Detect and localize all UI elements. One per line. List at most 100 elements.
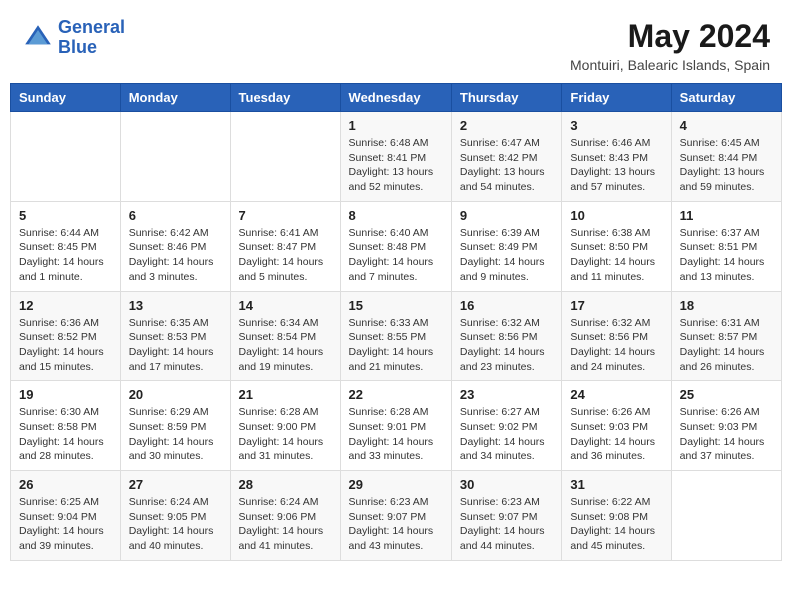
day-number: 15 — [349, 298, 443, 313]
calendar-table: SundayMondayTuesdayWednesdayThursdayFrid… — [10, 83, 782, 561]
day-number: 24 — [570, 387, 662, 402]
day-info: Sunrise: 6:23 AM Sunset: 9:07 PM Dayligh… — [349, 495, 443, 554]
day-info: Sunrise: 6:26 AM Sunset: 9:03 PM Dayligh… — [680, 405, 773, 464]
day-info: Sunrise: 6:40 AM Sunset: 8:48 PM Dayligh… — [349, 226, 443, 285]
day-number: 14 — [239, 298, 332, 313]
day-number: 3 — [570, 118, 662, 133]
day-info: Sunrise: 6:28 AM Sunset: 9:01 PM Dayligh… — [349, 405, 443, 464]
day-number: 29 — [349, 477, 443, 492]
day-info: Sunrise: 6:28 AM Sunset: 9:00 PM Dayligh… — [239, 405, 332, 464]
day-number: 22 — [349, 387, 443, 402]
day-info: Sunrise: 6:39 AM Sunset: 8:49 PM Dayligh… — [460, 226, 553, 285]
calendar-cell: 15 Sunrise: 6:33 AM Sunset: 8:55 PM Dayli… — [340, 291, 451, 381]
calendar-week-row: 1 Sunrise: 6:48 AM Sunset: 8:41 PM Daylig… — [11, 112, 782, 202]
calendar-cell: 19 Sunrise: 6:30 AM Sunset: 8:58 PM Dayli… — [11, 381, 121, 471]
day-number: 18 — [680, 298, 773, 313]
day-info: Sunrise: 6:48 AM Sunset: 8:41 PM Dayligh… — [349, 136, 443, 195]
day-info: Sunrise: 6:22 AM Sunset: 9:08 PM Dayligh… — [570, 495, 662, 554]
day-number: 4 — [680, 118, 773, 133]
calendar-cell — [230, 112, 340, 202]
day-number: 11 — [680, 208, 773, 223]
day-number: 20 — [129, 387, 222, 402]
calendar-header-row: SundayMondayTuesdayWednesdayThursdayFrid… — [11, 84, 782, 112]
day-info: Sunrise: 6:44 AM Sunset: 8:45 PM Dayligh… — [19, 226, 112, 285]
day-info: Sunrise: 6:47 AM Sunset: 8:42 PM Dayligh… — [460, 136, 553, 195]
calendar-cell: 14Sunrise: 6:34 AM Sunset: 8:54 PM Dayli… — [230, 291, 340, 381]
weekday-header: Sunday — [11, 84, 121, 112]
calendar-cell: 8 Sunrise: 6:40 AM Sunset: 8:48 PM Daylig… — [340, 201, 451, 291]
calendar-cell: 3 Sunrise: 6:46 AM Sunset: 8:43 PM Daylig… — [562, 112, 671, 202]
day-info: Sunrise: 6:33 AM Sunset: 8:55 PM Dayligh… — [349, 316, 443, 375]
day-info: Sunrise: 6:29 AM Sunset: 8:59 PM Dayligh… — [129, 405, 222, 464]
calendar-week-row: 12Sunrise: 6:36 AM Sunset: 8:52 PM Dayli… — [11, 291, 782, 381]
location: Montuiri, Balearic Islands, Spain — [570, 57, 770, 73]
calendar-cell: 1 Sunrise: 6:48 AM Sunset: 8:41 PM Daylig… — [340, 112, 451, 202]
day-info: Sunrise: 6:32 AM Sunset: 8:56 PM Dayligh… — [460, 316, 553, 375]
day-number: 25 — [680, 387, 773, 402]
day-info: Sunrise: 6:31 AM Sunset: 8:57 PM Dayligh… — [680, 316, 773, 375]
day-number: 1 — [349, 118, 443, 133]
month-year: May 2024 — [570, 18, 770, 55]
day-number: 7 — [239, 208, 332, 223]
day-number: 27 — [129, 477, 222, 492]
weekday-header: Saturday — [671, 84, 781, 112]
day-number: 31 — [570, 477, 662, 492]
page-header: General Blue May 2024 Montuiri, Balearic… — [10, 10, 782, 77]
day-number: 2 — [460, 118, 553, 133]
weekday-header: Tuesday — [230, 84, 340, 112]
day-number: 13 — [129, 298, 222, 313]
day-number: 17 — [570, 298, 662, 313]
day-number: 26 — [19, 477, 112, 492]
day-number: 19 — [19, 387, 112, 402]
day-info: Sunrise: 6:26 AM Sunset: 9:03 PM Dayligh… — [570, 405, 662, 464]
day-info: Sunrise: 6:45 AM Sunset: 8:44 PM Dayligh… — [680, 136, 773, 195]
day-info: Sunrise: 6:41 AM Sunset: 8:47 PM Dayligh… — [239, 226, 332, 285]
day-number: 21 — [239, 387, 332, 402]
calendar-cell: 2 Sunrise: 6:47 AM Sunset: 8:42 PM Daylig… — [451, 112, 561, 202]
day-info: Sunrise: 6:32 AM Sunset: 8:56 PM Dayligh… — [570, 316, 662, 375]
day-number: 8 — [349, 208, 443, 223]
day-number: 23 — [460, 387, 553, 402]
calendar-cell: 12Sunrise: 6:36 AM Sunset: 8:52 PM Dayli… — [11, 291, 121, 381]
calendar-cell — [671, 471, 781, 561]
calendar-cell: 9 Sunrise: 6:39 AM Sunset: 8:49 PM Daylig… — [451, 201, 561, 291]
calendar-cell: 18 Sunrise: 6:31 AM Sunset: 8:57 PM Dayli… — [671, 291, 781, 381]
weekday-header: Wednesday — [340, 84, 451, 112]
day-number: 10 — [570, 208, 662, 223]
weekday-header: Thursday — [451, 84, 561, 112]
calendar-cell: 13 Sunrise: 6:35 AM Sunset: 8:53 PM Dayli… — [120, 291, 230, 381]
calendar-cell: 5 Sunrise: 6:44 AM Sunset: 8:45 PM Daylig… — [11, 201, 121, 291]
calendar-cell — [11, 112, 121, 202]
day-info: Sunrise: 6:35 AM Sunset: 8:53 PM Dayligh… — [129, 316, 222, 375]
day-number: 16 — [460, 298, 553, 313]
day-number: 9 — [460, 208, 553, 223]
calendar-cell: 16 Sunrise: 6:32 AM Sunset: 8:56 PM Dayli… — [451, 291, 561, 381]
calendar-cell: 7 Sunrise: 6:41 AM Sunset: 8:47 PM Daylig… — [230, 201, 340, 291]
calendar-cell: 26Sunrise: 6:25 AM Sunset: 9:04 PM Dayli… — [11, 471, 121, 561]
day-info: Sunrise: 6:37 AM Sunset: 8:51 PM Dayligh… — [680, 226, 773, 285]
day-info: Sunrise: 6:30 AM Sunset: 8:58 PM Dayligh… — [19, 405, 112, 464]
day-info: Sunrise: 6:24 AM Sunset: 9:06 PM Dayligh… — [239, 495, 332, 554]
calendar-cell: 4 Sunrise: 6:45 AM Sunset: 8:44 PM Daylig… — [671, 112, 781, 202]
day-number: 30 — [460, 477, 553, 492]
day-info: Sunrise: 6:46 AM Sunset: 8:43 PM Dayligh… — [570, 136, 662, 195]
calendar-cell: 24 Sunrise: 6:26 AM Sunset: 9:03 PM Dayli… — [562, 381, 671, 471]
calendar-cell: 27 Sunrise: 6:24 AM Sunset: 9:05 PM Dayli… — [120, 471, 230, 561]
calendar-cell: 11 Sunrise: 6:37 AM Sunset: 8:51 PM Dayli… — [671, 201, 781, 291]
calendar-cell: 30Sunrise: 6:23 AM Sunset: 9:07 PM Dayli… — [451, 471, 561, 561]
day-number: 28 — [239, 477, 332, 492]
calendar-cell: 23 Sunrise: 6:27 AM Sunset: 9:02 PM Dayli… — [451, 381, 561, 471]
calendar-cell: 29 Sunrise: 6:23 AM Sunset: 9:07 PM Dayli… — [340, 471, 451, 561]
calendar-cell: 6Sunrise: 6:42 AM Sunset: 8:46 PM Daylig… — [120, 201, 230, 291]
calendar-cell: 10Sunrise: 6:38 AM Sunset: 8:50 PM Dayli… — [562, 201, 671, 291]
day-info: Sunrise: 6:24 AM Sunset: 9:05 PM Dayligh… — [129, 495, 222, 554]
calendar-week-row: 26Sunrise: 6:25 AM Sunset: 9:04 PM Dayli… — [11, 471, 782, 561]
weekday-header: Monday — [120, 84, 230, 112]
day-number: 5 — [19, 208, 112, 223]
calendar-week-row: 5 Sunrise: 6:44 AM Sunset: 8:45 PM Daylig… — [11, 201, 782, 291]
day-info: Sunrise: 6:27 AM Sunset: 9:02 PM Dayligh… — [460, 405, 553, 464]
weekday-header: Friday — [562, 84, 671, 112]
day-number: 12 — [19, 298, 112, 313]
calendar-cell: 31 Sunrise: 6:22 AM Sunset: 9:08 PM Dayli… — [562, 471, 671, 561]
day-info: Sunrise: 6:42 AM Sunset: 8:46 PM Dayligh… — [129, 226, 222, 285]
